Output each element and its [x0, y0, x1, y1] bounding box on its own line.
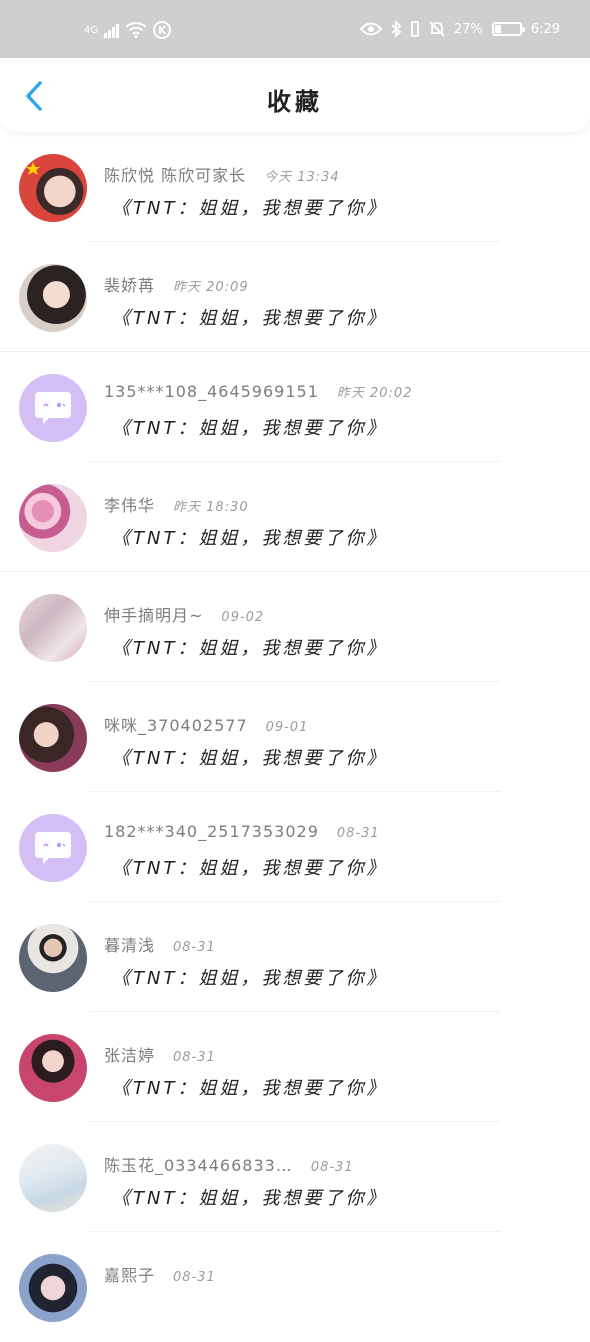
signal-icon — [104, 22, 120, 38]
favorite-title: 《TNT：姐姐，我想要了你》 — [112, 968, 388, 989]
status-bar: 4G K 27% 6:29 — [0, 0, 590, 58]
timestamp: 今天 13:34 — [264, 170, 340, 185]
bluetooth-icon — [391, 21, 401, 37]
item-meta: 李伟华 昨天 18:30 — [104, 492, 249, 516]
avatar — [19, 1254, 87, 1322]
avatar — [19, 1034, 87, 1102]
timestamp: 09-01 — [265, 720, 309, 735]
user-name: 陈欣悦 陈欣可家长 — [104, 166, 247, 185]
item-meta: 嘉熙子 08-31 — [104, 1262, 216, 1286]
user-name: 咪咪_370402577 — [104, 716, 248, 735]
battery-icon — [491, 22, 525, 36]
default-chat-icon — [35, 832, 71, 864]
user-name: 182***340_2517353029 — [104, 822, 319, 841]
item-meta: 陈欣悦 陈欣可家长 今天 13:34 — [104, 162, 340, 186]
avatar — [19, 264, 87, 332]
user-name: 张洁婷 — [104, 1046, 156, 1065]
header-bar: 收藏 — [0, 58, 590, 132]
wifi-icon — [125, 22, 147, 38]
default-chat-icon — [35, 392, 71, 424]
eye-icon — [359, 22, 382, 36]
timestamp: 昨天 18:30 — [173, 500, 249, 515]
battery-percent: 27% — [453, 21, 483, 37]
timestamp: 昨天 20:02 — [336, 386, 413, 401]
list-item[interactable]: 张洁婷 08-31 《TNT：姐姐，我想要了你》 — [0, 1012, 590, 1122]
status-right: 27% 6:29 — [359, 21, 560, 37]
list-item[interactable]: 嘉熙子 08-31 — [0, 1232, 590, 1342]
status-left: 4G K — [84, 21, 172, 39]
list-item[interactable]: 陈玉花_0334466833… 08-31 《TNT：姐姐，我想要了你》 — [0, 1122, 590, 1232]
avatar — [19, 594, 87, 662]
avatar — [19, 374, 87, 442]
favorites-list: 陈欣悦 陈欣可家长 今天 13:34 《TNT：姐姐，我想要了你》 裴娇苒 昨天… — [0, 132, 590, 1342]
favorite-title: 《TNT：姐姐，我想要了你》 — [112, 528, 388, 549]
favorite-title: 《TNT：姐姐，我想要了你》 — [112, 308, 388, 329]
list-item[interactable]: 裴娇苒 昨天 20:09 《TNT：姐姐，我想要了你》 — [0, 242, 590, 352]
avatar — [19, 814, 87, 882]
avatar — [19, 704, 87, 772]
timestamp: 08-31 — [336, 826, 380, 841]
favorite-title: 《TNT：姐姐，我想要了你》 — [112, 1078, 388, 1099]
mute-bell-icon — [429, 21, 445, 37]
item-meta: 陈玉花_0334466833… 08-31 — [104, 1152, 354, 1176]
user-name: 伸手摘明月~ — [104, 606, 204, 625]
vibrate-icon — [410, 21, 419, 37]
avatar — [19, 484, 87, 552]
timestamp: 08-31 — [173, 1050, 216, 1065]
page-title: 收藏 — [267, 88, 323, 116]
favorite-title: 《TNT：姐姐，我想要了你》 — [112, 638, 388, 659]
list-item[interactable]: 李伟华 昨天 18:30 《TNT：姐姐，我想要了你》 — [0, 462, 590, 572]
clock: 6:29 — [530, 21, 560, 37]
user-name: 陈玉花_0334466833… — [104, 1156, 293, 1175]
avatar — [19, 924, 87, 992]
list-item[interactable]: 135***108_4645969151 昨天 20:02 《TNT：姐姐，我想… — [0, 352, 590, 462]
favorite-title: 《TNT：姐姐，我想要了你》 — [112, 198, 388, 219]
timestamp: 08-31 — [310, 1160, 354, 1175]
user-name: 嘉熙子 — [104, 1266, 156, 1285]
user-name: 暮清浅 — [104, 936, 156, 955]
favorite-title: 《TNT：姐姐，我想要了你》 — [112, 418, 388, 439]
favorite-title: 《TNT：姐姐，我想要了你》 — [112, 858, 388, 879]
list-item[interactable]: 伸手摘明月~ 09-02 《TNT：姐姐，我想要了你》 — [0, 572, 590, 682]
item-meta: 咪咪_370402577 09-01 — [104, 712, 308, 736]
list-item[interactable]: 182***340_2517353029 08-31 《TNT：姐姐，我想要了你… — [0, 792, 590, 902]
list-item[interactable]: 咪咪_370402577 09-01 《TNT：姐姐，我想要了你》 — [0, 682, 590, 792]
item-meta: 伸手摘明月~ 09-02 — [104, 602, 264, 626]
user-name: 李伟华 — [104, 496, 156, 515]
timestamp: 08-31 — [173, 1270, 216, 1285]
item-meta: 张洁婷 08-31 — [104, 1042, 216, 1066]
user-name: 135***108_4645969151 — [104, 382, 319, 401]
timestamp: 昨天 20:09 — [173, 280, 249, 295]
avatar — [19, 154, 87, 222]
item-meta: 135***108_4645969151 昨天 20:02 — [104, 382, 412, 401]
favorite-title: 《TNT：姐姐，我想要了你》 — [112, 1188, 388, 1209]
list-item[interactable]: 陈欣悦 陈欣可家长 今天 13:34 《TNT：姐姐，我想要了你》 — [0, 132, 590, 242]
k-app-icon: K — [153, 21, 172, 39]
item-meta: 暮清浅 08-31 — [104, 932, 216, 956]
timestamp: 08-31 — [173, 940, 216, 955]
favorite-title: 《TNT：姐姐，我想要了你》 — [112, 748, 388, 769]
network-label: 4G — [84, 24, 99, 36]
avatar — [19, 1144, 87, 1212]
user-name: 裴娇苒 — [104, 276, 156, 295]
item-meta: 裴娇苒 昨天 20:09 — [104, 272, 249, 296]
item-meta: 182***340_2517353029 08-31 — [104, 822, 380, 841]
list-item[interactable]: 暮清浅 08-31 《TNT：姐姐，我想要了你》 — [0, 902, 590, 1012]
timestamp: 09-02 — [221, 610, 265, 625]
